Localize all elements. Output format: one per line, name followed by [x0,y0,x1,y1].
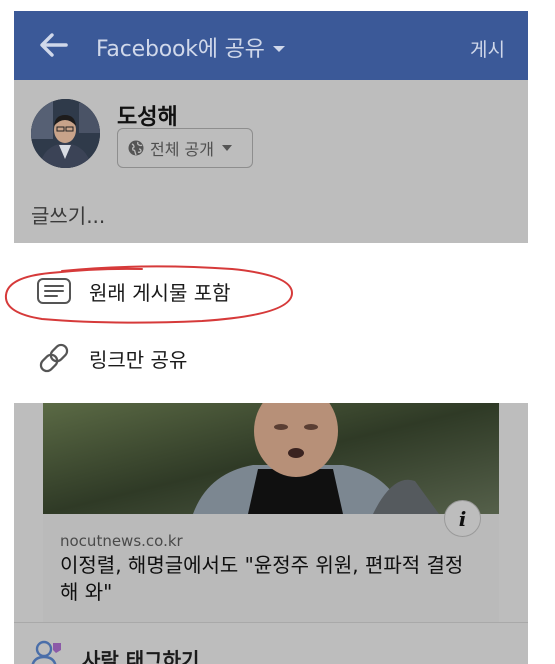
tag-people-icon [31,640,61,664]
preview-image [43,403,499,514]
avatar [31,99,100,168]
chevron-down-icon [272,45,285,52]
info-button[interactable]: i [444,500,481,537]
link-headline: 이정렬, 해명글에서도 "윤정주 위원, 편파적 결정해 와" [60,553,464,604]
header-title: Facebook에 공유 [96,37,265,62]
tag-people-row[interactable]: 사람 태그하기 [14,622,528,664]
post-text-input[interactable]: 글쓰기... [31,200,105,229]
post-button[interactable]: 게시 [470,35,505,62]
privacy-label: 전체 공개 [150,140,214,159]
link-icon [39,343,69,373]
share-link-only-option[interactable]: 링크만 공유 [14,325,528,391]
menu-item-label: 링크만 공유 [89,347,188,372]
composer: 도성해 전체 공개 글쓰기... [14,80,528,243]
lines-icon [37,278,71,304]
share-target-selector[interactable]: Facebook에 공유 [96,31,285,63]
link-preview-card[interactable]: i nocutnews.co.kr 이정렬, 해명글에서도 "윤정주 위원, 편… [43,403,499,631]
link-domain: nocutnews.co.kr [60,532,183,550]
globe-icon [128,140,144,156]
share-screen: Facebook에 공유 게시 도성해 전체 공개 글쓰기... i nocut… [14,11,528,664]
back-arrow-icon[interactable] [40,33,68,57]
include-original-post-option[interactable]: 원래 게시물 포함 [14,258,528,324]
chevron-down-icon [221,145,232,151]
top-bar: Facebook에 공유 게시 [14,11,528,80]
menu-item-label: 원래 게시물 포함 [89,280,231,305]
user-name: 도성해 [117,105,178,130]
tag-people-label: 사람 태그하기 [82,648,200,664]
privacy-selector[interactable]: 전체 공개 [117,128,253,168]
share-options-menu: 원래 게시물 포함 링크만 공유 [14,243,528,403]
